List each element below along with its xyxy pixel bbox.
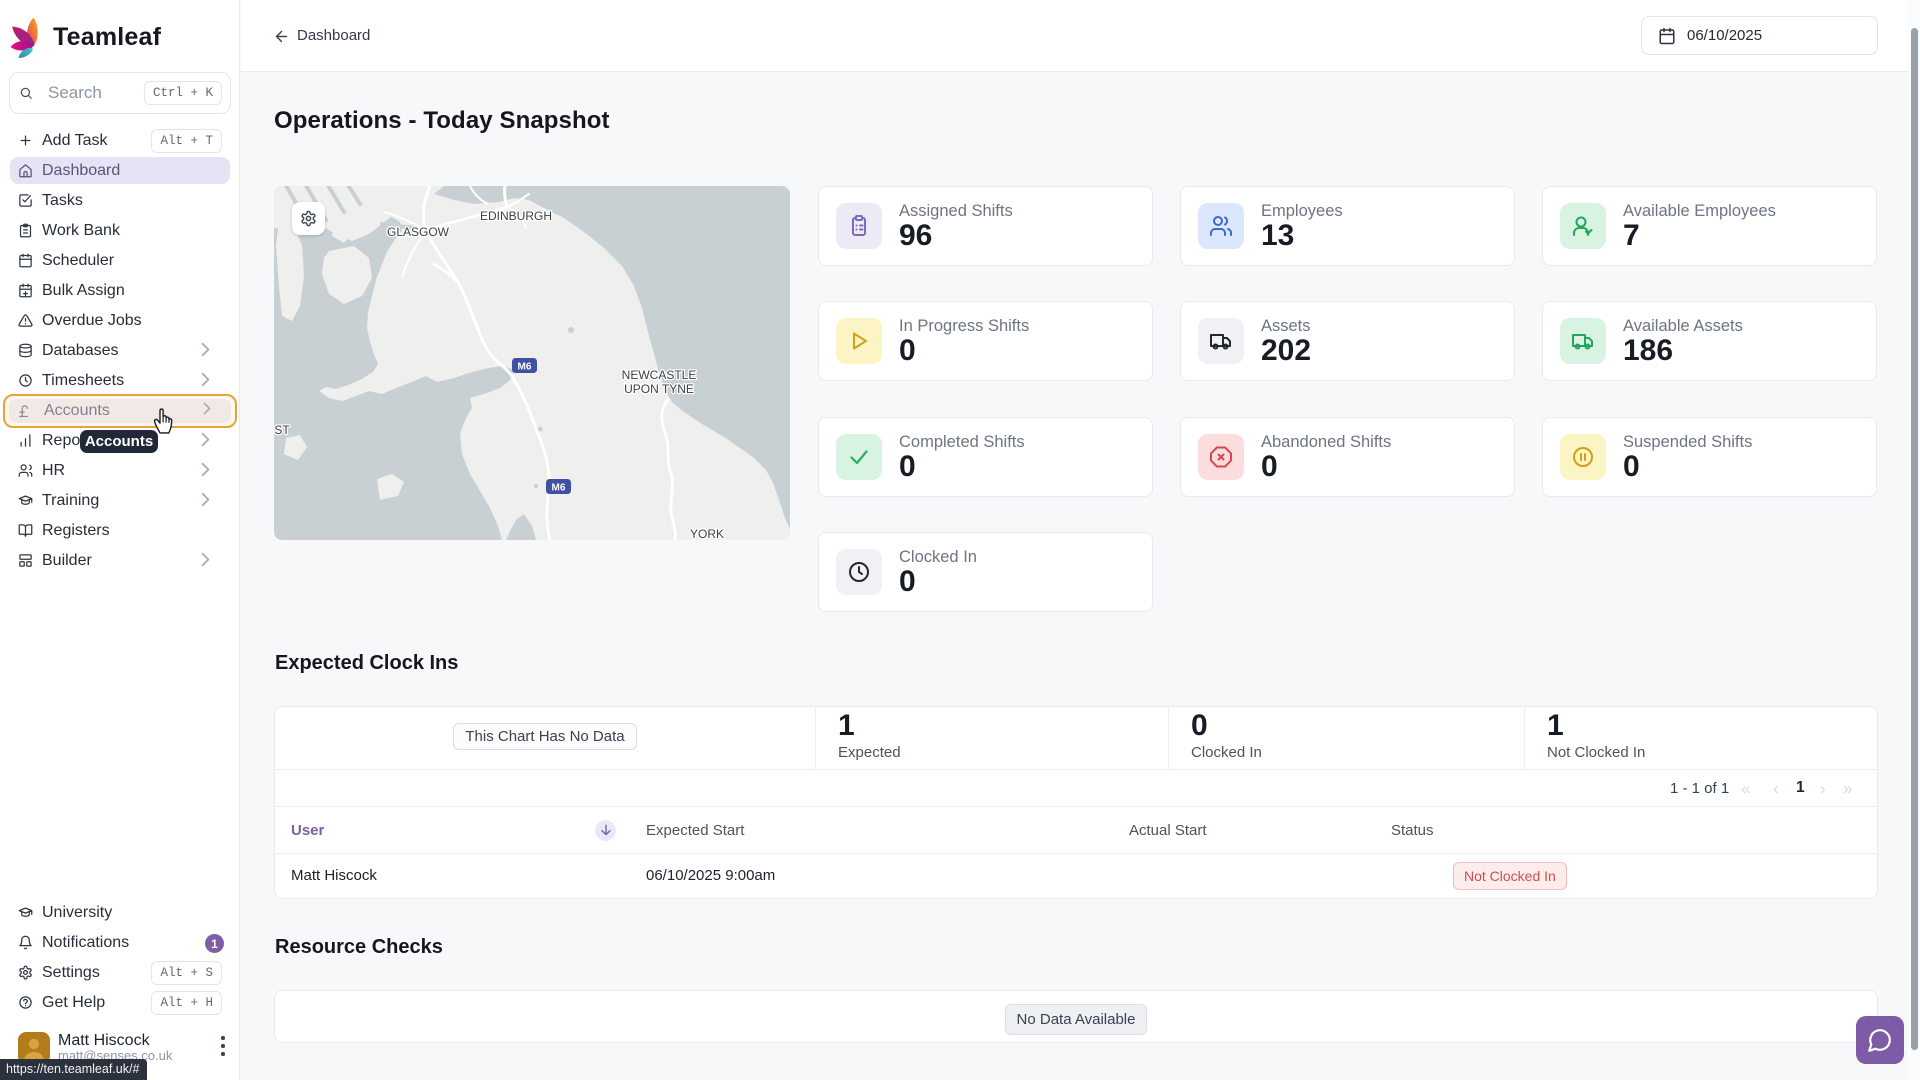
svg-text:NEWCASTLE: NEWCASTLE	[622, 368, 697, 382]
svg-text:GLASGOW: GLASGOW	[387, 225, 450, 239]
svg-text:M6: M6	[518, 362, 532, 373]
svg-text:EDINBURGH: EDINBURGH	[480, 209, 552, 223]
svg-text:ST: ST	[274, 423, 290, 437]
svg-text:M6: M6	[552, 483, 566, 494]
svg-text:UPON TYNE: UPON TYNE	[624, 382, 694, 396]
svg-text:YORK: YORK	[690, 527, 724, 540]
